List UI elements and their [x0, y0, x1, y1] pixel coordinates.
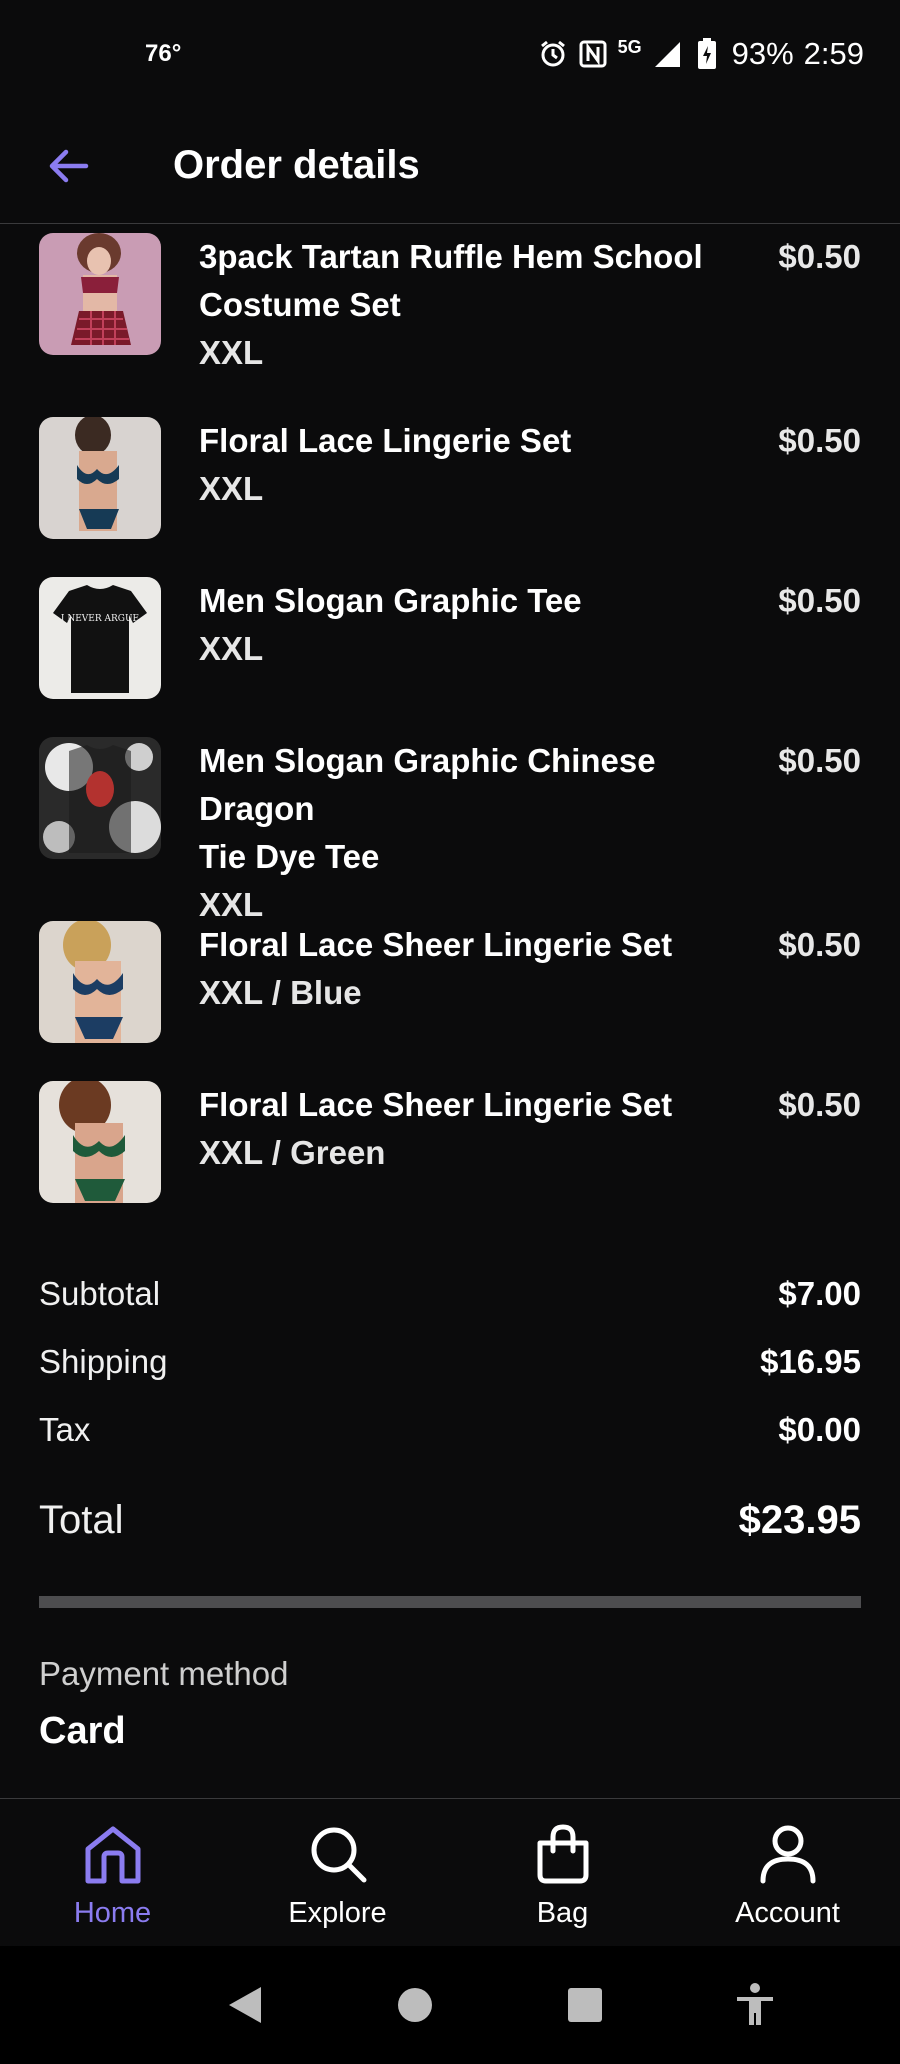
- product-thumbnail: [39, 921, 161, 1043]
- bottom-navigation: Home Explore Bag Account: [0, 1798, 900, 1946]
- battery-percent: 93%: [731, 36, 794, 71]
- item-info: Floral Lace Sheer Lingerie Set XXL / Blu…: [199, 921, 769, 1017]
- nav-label-home: Home: [73, 1897, 152, 1929]
- alarm-icon: [538, 39, 568, 69]
- list-item[interactable]: 3pack Tartan Ruffle Hem School Costume S…: [0, 225, 900, 409]
- subtotal-row: Subtotal $7.00: [39, 1260, 861, 1328]
- nav-label-bag: Bag: [536, 1897, 589, 1929]
- nav-item-explore[interactable]: Explore: [225, 1799, 450, 1946]
- item-price: $0.50: [778, 1086, 861, 1123]
- item-name-cont: Costume Set: [199, 286, 401, 323]
- list-item[interactable]: Floral Lace Sheer Lingerie Set XXL / Blu…: [0, 913, 900, 1073]
- tax-value: $0.00: [778, 1411, 861, 1448]
- item-info: Men Slogan Graphic Chinese Dragon Tie Dy…: [199, 737, 769, 929]
- item-info: Floral Lace Lingerie Set XXL: [199, 417, 769, 513]
- nav-item-home[interactable]: Home: [0, 1799, 225, 1946]
- back-button[interactable]: [33, 131, 103, 201]
- triangle-back-icon: [229, 1987, 261, 2023]
- shipping-label: Shipping: [39, 1343, 168, 1380]
- network-type-text: 5G: [617, 36, 642, 57]
- list-item[interactable]: I NEVER ARGUE Men Slogan Graphic Tee XXL…: [0, 569, 900, 729]
- nav-label-explore: Explore: [288, 1897, 387, 1929]
- item-name-cont: Tie Dye Tee: [199, 838, 380, 875]
- order-totals: Subtotal $7.00 Shipping $16.95 Tax $0.00…: [39, 1260, 861, 1554]
- shipping-row: Shipping $16.95: [39, 1328, 861, 1396]
- item-name: Floral Lace Sheer Lingerie Set: [199, 926, 673, 963]
- system-navigation-bar: [0, 1946, 900, 2064]
- tax-row: Tax $0.00: [39, 1396, 861, 1464]
- product-thumbnail: I NEVER ARGUE: [39, 577, 161, 699]
- order-items-list: 3pack Tartan Ruffle Hem School Costume S…: [0, 225, 900, 1233]
- accessibility-icon: [737, 1983, 773, 2025]
- item-price: $0.50: [778, 582, 861, 619]
- item-name: Men Slogan Graphic Chinese Dragon: [199, 742, 656, 827]
- payment-section: Payment method Card: [39, 1652, 288, 1753]
- page-title: Order details: [173, 143, 420, 187]
- product-thumbnail: [39, 417, 161, 539]
- item-name: Men Slogan Graphic Tee: [199, 582, 582, 619]
- item-info: Men Slogan Graphic Tee XXL: [199, 577, 769, 673]
- item-price: $0.50: [778, 926, 861, 963]
- section-divider: [39, 1596, 861, 1608]
- list-item[interactable]: Floral Lace Lingerie Set XXL $0.50: [0, 409, 900, 569]
- square-recents-icon: [568, 1988, 602, 2022]
- item-variant: XXL / Green: [199, 1134, 386, 1171]
- back-arrow-icon: [49, 149, 89, 182]
- system-recents-button[interactable]: [560, 1980, 610, 2030]
- item-variant: XXL: [199, 334, 264, 371]
- subtotal-label: Subtotal: [39, 1275, 161, 1312]
- battery-icon: [692, 38, 722, 69]
- item-variant: XXL: [199, 630, 264, 667]
- item-name: Floral Lace Sheer Lingerie Set: [199, 1086, 673, 1123]
- nfc-icon: [578, 39, 608, 69]
- account-icon: [755, 1821, 821, 1887]
- clock-time: 2:59: [803, 36, 864, 71]
- total-value: $23.95: [738, 1497, 861, 1542]
- nav-label-account: Account: [735, 1897, 840, 1929]
- list-item[interactable]: Floral Lace Sheer Lingerie Set XXL / Gre…: [0, 1073, 900, 1233]
- status-bar: 76° 5G 93% 2:59: [0, 0, 900, 108]
- item-price: $0.50: [778, 238, 861, 275]
- circle-home-icon: [398, 1988, 432, 2022]
- search-icon: [305, 1821, 371, 1887]
- product-thumbnail: [39, 737, 161, 859]
- total-label: Total: [39, 1497, 124, 1542]
- order-details-screen: 76° 5G 93% 2:59 Order details 3pack Tart…: [0, 0, 900, 2064]
- item-price: $0.50: [778, 422, 861, 459]
- nav-item-account[interactable]: Account: [675, 1799, 900, 1946]
- status-icons: 5G 93% 2:59: [538, 36, 864, 72]
- accessibility-button[interactable]: [730, 1980, 780, 2030]
- system-back-button[interactable]: [220, 1980, 270, 2030]
- payment-method-label: Payment method: [39, 1655, 289, 1692]
- product-thumbnail: [39, 233, 161, 355]
- shipping-value: $16.95: [760, 1343, 861, 1380]
- item-info: 3pack Tartan Ruffle Hem School Costume S…: [199, 233, 769, 377]
- nav-item-bag[interactable]: Bag: [450, 1799, 675, 1946]
- total-row: Total $23.95: [39, 1486, 861, 1554]
- item-name: 3pack Tartan Ruffle Hem School: [199, 238, 703, 275]
- item-name: Floral Lace Lingerie Set: [199, 422, 572, 459]
- signal-icon: [652, 39, 682, 69]
- temperature-text: 76°: [145, 40, 182, 67]
- home-icon: [80, 1821, 146, 1887]
- product-thumbnail: [39, 1081, 161, 1203]
- subtotal-value: $7.00: [778, 1275, 861, 1312]
- tee-slogan-text: I NEVER ARGUE: [61, 614, 139, 624]
- system-home-button[interactable]: [390, 1980, 440, 2030]
- app-bar: Order details: [0, 108, 900, 224]
- item-variant: XXL / Blue: [199, 974, 362, 1011]
- list-item[interactable]: Men Slogan Graphic Chinese Dragon Tie Dy…: [0, 729, 900, 923]
- payment-method-value: Card: [39, 1710, 126, 1752]
- item-variant: XXL: [199, 470, 264, 507]
- tax-label: Tax: [39, 1411, 91, 1448]
- item-price: $0.50: [778, 742, 861, 779]
- bag-icon: [530, 1821, 596, 1887]
- item-info: Floral Lace Sheer Lingerie Set XXL / Gre…: [199, 1081, 769, 1177]
